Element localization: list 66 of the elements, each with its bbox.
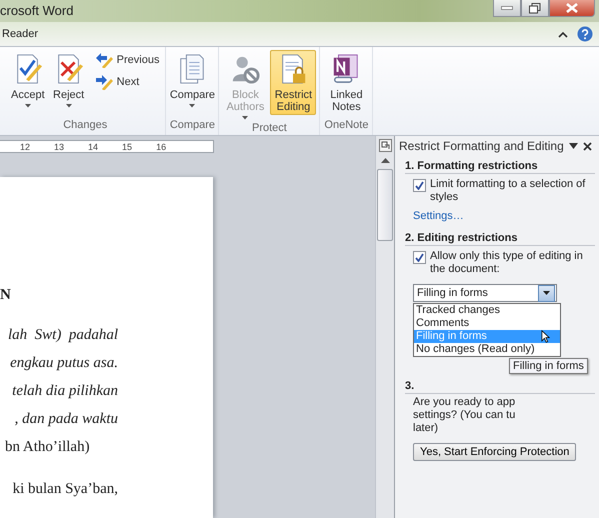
checkbox[interactable] (413, 179, 426, 192)
help-icon[interactable] (577, 26, 593, 42)
left-arrow-icon (94, 52, 113, 68)
caret-icon (543, 291, 550, 295)
ruler-number: 12 (20, 142, 30, 152)
ribbon-button[interactable]: Next (92, 72, 162, 92)
checkbox-label: Allow only this type of editing in the document: (430, 250, 584, 276)
ruler-number: 14 (88, 142, 98, 152)
caret-icon (189, 104, 196, 108)
collapse-ribbon-icon[interactable] (558, 30, 568, 38)
scroll-thumb[interactable] (377, 169, 393, 241)
editing-type-dropdown[interactable]: Filling in forms (413, 284, 557, 302)
scroll-bar[interactable] (375, 136, 394, 518)
pane-text: Are you ready to app (413, 396, 516, 409)
ribbon-button[interactable]: Previous (92, 50, 162, 70)
start-enforcing-button[interactable]: Yes, Start Enforcing Protection (413, 443, 576, 461)
pane-title: Restrict Formatting and Editing (399, 139, 564, 153)
ruler-toggle-icon[interactable] (378, 139, 392, 152)
group-label: Compare (169, 119, 216, 133)
checkbox-label: Limit formatting to a selection of styles (430, 178, 586, 204)
scroll-up-icon[interactable] (380, 158, 390, 163)
check-icon (415, 181, 424, 190)
document-text: engkau putus asa. (9, 354, 119, 373)
dropdown-option[interactable]: Tracked changes (414, 304, 560, 317)
pane-menu-icon[interactable] (568, 143, 578, 149)
window-title: crosoft Word (0, 2, 74, 18)
ribbon-button[interactable]: Linked Notes (323, 50, 370, 115)
ribbon-button[interactable]: Restrict Editing (270, 50, 316, 115)
tooltip: Filling in forms (509, 358, 588, 374)
document-text: lah Swt) padahal (6, 326, 119, 345)
ruler-number: 16 (156, 142, 166, 152)
caret-icon (24, 104, 31, 108)
caret-icon (242, 116, 248, 120)
pane-text: settings? (You can tu (413, 409, 516, 422)
ribbon-tab[interactable]: Reader (0, 28, 38, 40)
ruler-number: 15 (122, 142, 132, 152)
close-icon (566, 3, 578, 13)
caret-icon (66, 104, 72, 108)
group-label: Changes (62, 119, 108, 133)
ribbon-button[interactable]: Compare (169, 50, 216, 110)
check-icon (415, 253, 424, 262)
ruler-number: 13 (54, 142, 64, 152)
section-heading: 1. Formatting restrictions (405, 160, 595, 174)
group-label: OneNote (323, 119, 370, 133)
right-arrow-icon (94, 74, 113, 90)
document-text: ki bulan Sya’ban, (12, 480, 119, 499)
ribbon-button[interactable]: Accept (8, 50, 48, 110)
restore-button[interactable] (521, 0, 549, 17)
checkbox[interactable] (413, 251, 426, 264)
document-text: , dan pada waktu (14, 410, 119, 429)
document-text: bn Atho’illah) (4, 438, 91, 457)
dropdown-option[interactable]: Comments (414, 317, 560, 330)
pane-text: later) (413, 422, 440, 435)
mouse-pointer-icon (541, 330, 550, 343)
document-text: N (0, 286, 12, 305)
close-icon[interactable] (582, 142, 592, 150)
section-heading: 2. Editing restrictions (405, 232, 595, 246)
document-text: telah dia pilihkan (11, 382, 119, 401)
section-heading: 3. (405, 380, 595, 394)
restore-icon (529, 2, 541, 14)
dropdown-option[interactable]: No changes (Read only) (414, 343, 560, 356)
minimize-icon (501, 6, 513, 10)
group-label: Protect (251, 122, 288, 136)
ribbon-button[interactable]: Reject (50, 50, 88, 110)
close-button[interactable] (549, 0, 595, 17)
settings-link[interactable]: Settings… (405, 210, 464, 222)
